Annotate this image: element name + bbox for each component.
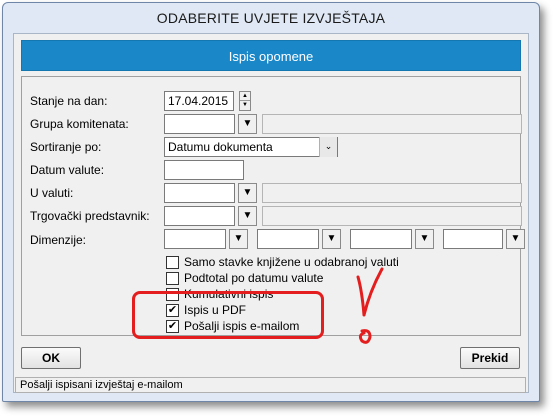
grupa-label: Grupa komitenata: bbox=[30, 117, 129, 131]
stanje-spinner[interactable]: ▲ ▼ bbox=[239, 91, 251, 111]
u-valuti-field[interactable] bbox=[164, 183, 235, 203]
dialog-window: ODABERITE UVJETE IZVJEŠTAJA Ispis opomen… bbox=[2, 2, 540, 402]
ok-button[interactable]: OK bbox=[21, 347, 81, 369]
dimenzije-label: Dimenzije: bbox=[30, 233, 87, 247]
checkbox-box[interactable] bbox=[166, 256, 179, 269]
spin-up-icon[interactable]: ▲ bbox=[240, 92, 250, 101]
dimenzija-1-field[interactable] bbox=[164, 229, 226, 249]
trgovacki-name-field bbox=[262, 206, 522, 226]
dimenzija-1-dropdown-icon[interactable]: ▼ bbox=[229, 229, 248, 249]
trgovacki-label: Trgovački predstavnik: bbox=[30, 209, 150, 223]
exclamation-mark-icon bbox=[356, 267, 384, 344]
dimenzija-3-dropdown-icon[interactable]: ▼ bbox=[415, 229, 434, 249]
dialog-client: Ispis opomene Stanje na dan: 17.04.2015 … bbox=[13, 33, 529, 393]
dimenzija-2-field[interactable] bbox=[257, 229, 319, 249]
highlight-box bbox=[132, 291, 324, 339]
datum-valute-field[interactable] bbox=[164, 160, 244, 180]
chevron-down-icon[interactable]: ⌄ bbox=[319, 137, 337, 157]
grupa-field[interactable] bbox=[164, 114, 235, 134]
trgovacki-field[interactable] bbox=[164, 206, 235, 226]
trgovacki-dropdown-icon[interactable]: ▼ bbox=[238, 206, 257, 226]
sortiranje-select[interactable]: Datumu dokumenta ⌄ bbox=[164, 137, 338, 157]
cancel-button[interactable]: Prekid bbox=[460, 347, 520, 369]
u-valuti-label: U valuti: bbox=[30, 186, 74, 200]
datum-valute-label: Datum valute: bbox=[30, 163, 105, 177]
stanje-label: Stanje na dan: bbox=[30, 94, 108, 108]
window-title: ODABERITE UVJETE IZVJEŠTAJA bbox=[156, 10, 386, 26]
dimenzija-4-dropdown-icon[interactable]: ▼ bbox=[506, 229, 525, 249]
stanje-date-field[interactable]: 17.04.2015 bbox=[164, 91, 234, 111]
grupa-dropdown-icon[interactable]: ▼ bbox=[238, 114, 257, 134]
dimenzija-4-field[interactable] bbox=[443, 229, 503, 249]
grupa-name-field bbox=[262, 114, 522, 134]
spin-down-icon[interactable]: ▼ bbox=[240, 101, 250, 110]
report-banner: Ispis opomene bbox=[21, 40, 521, 71]
dimenzija-2-dropdown-icon[interactable]: ▼ bbox=[322, 229, 341, 249]
u-valuti-name-field bbox=[262, 183, 522, 203]
u-valuti-dropdown-icon[interactable]: ▼ bbox=[238, 183, 257, 203]
sortiranje-label: Sortiranje po: bbox=[30, 140, 102, 154]
checkbox-box[interactable] bbox=[166, 272, 179, 285]
dimenzija-3-field[interactable] bbox=[350, 229, 412, 249]
status-bar: Pošalji ispisani izvještaj e-mailom bbox=[15, 377, 526, 393]
